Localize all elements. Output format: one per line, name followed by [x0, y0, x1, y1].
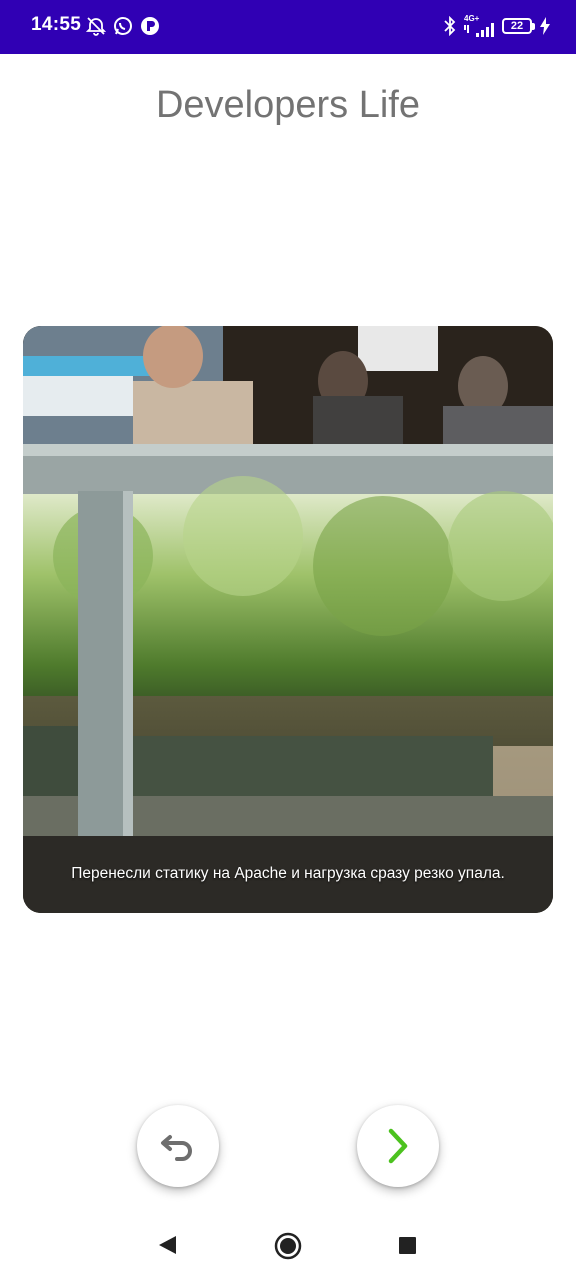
status-right: 4G+ 22: [444, 13, 550, 39]
signal-icon: [464, 23, 494, 37]
network-label: 4G+: [464, 14, 480, 23]
network-indicator: 4G+: [464, 15, 494, 37]
alarm-off-icon: [86, 17, 106, 36]
whatsapp-icon: [114, 17, 132, 35]
back-button[interactable]: [137, 1105, 219, 1187]
status-time: 14:55: [31, 14, 82, 35]
battery-icon: 22: [502, 18, 535, 34]
post-card[interactable]: Перенесли статику на Apache и нагрузка с…: [23, 326, 553, 913]
nav-home-icon[interactable]: [274, 1232, 302, 1260]
battery-level: 22: [510, 20, 524, 32]
bluetooth-icon: [444, 16, 456, 36]
post-caption: Перенесли статику на Apache и нагрузка с…: [71, 865, 505, 882]
status-bar: 14:55 4G+ 22: [0, 0, 576, 54]
charging-icon: [540, 17, 550, 35]
nav-recents-icon[interactable]: [398, 1236, 418, 1256]
post-image: [23, 326, 553, 913]
app-title: Developers Life: [155, 84, 421, 126]
undo-icon: [161, 1135, 192, 1161]
nav-back-icon[interactable]: [156, 1234, 178, 1256]
app-notification-icon: [141, 17, 159, 35]
chevron-right-icon: [388, 1128, 408, 1164]
next-button[interactable]: [357, 1105, 439, 1187]
navigation-bar: [0, 1208, 576, 1280]
